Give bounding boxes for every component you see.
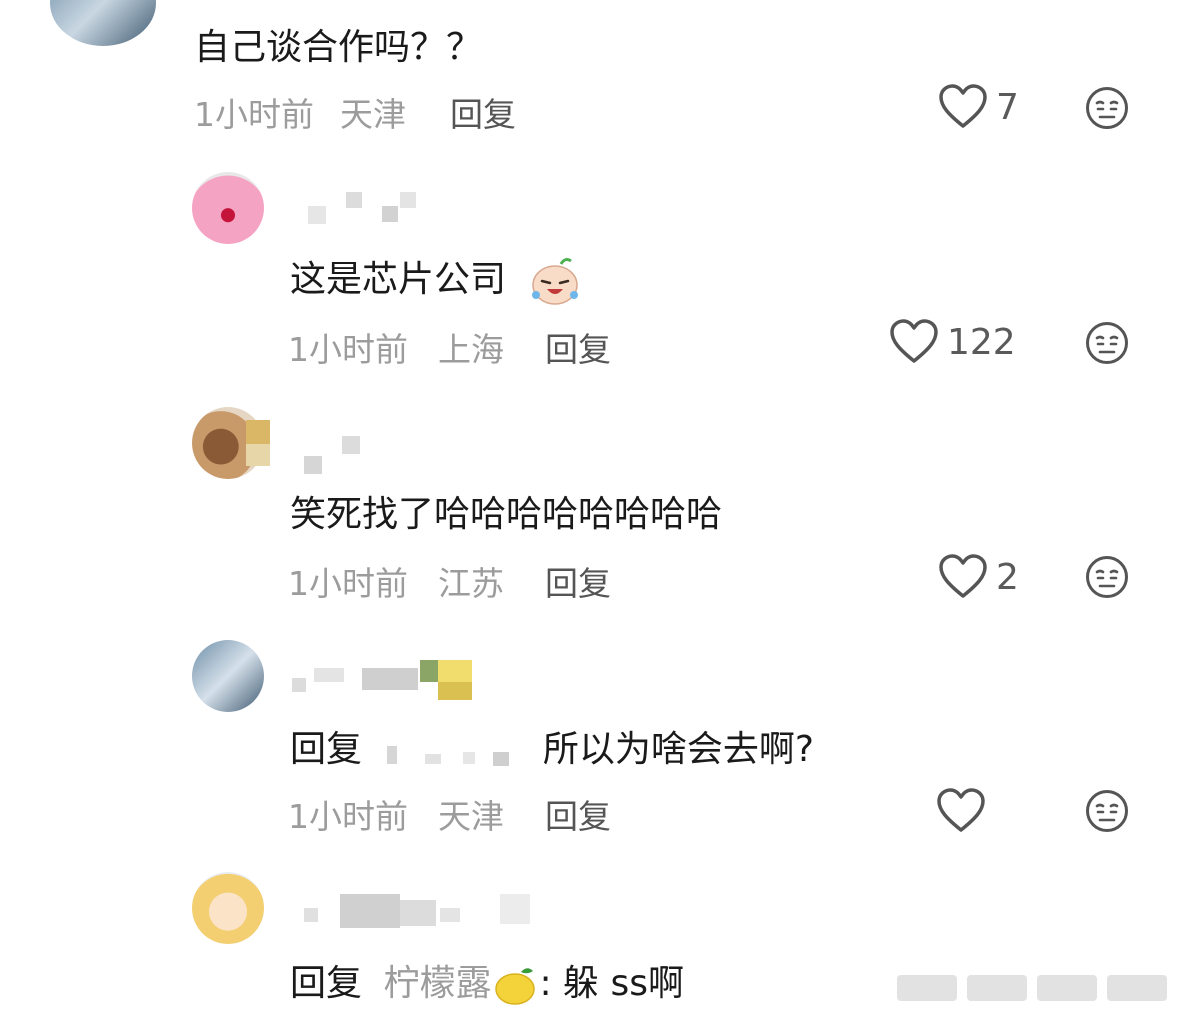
comment-text: 回复 所以为啥会去啊?	[290, 720, 814, 772]
comment-text: 这是芯片公司	[290, 250, 583, 307]
reply-target-username[interactable]: 柠檬露	[383, 963, 491, 1004]
like-count: 122	[947, 321, 1016, 363]
comment-location: 天津	[438, 797, 504, 836]
reply-button[interactable]: 回复	[545, 323, 611, 371]
reply-button[interactable]: 回复	[545, 557, 611, 605]
heart-icon	[939, 554, 987, 598]
comment-text: 自己谈合作吗？？	[194, 27, 483, 68]
username-blurred[interactable]	[288, 660, 488, 704]
comment-text-body: 所以为啥会去啊?	[542, 729, 815, 770]
comment-time: 1小时前	[194, 95, 314, 134]
comment-text: 笑死找了哈哈哈哈哈哈哈哈	[290, 494, 723, 535]
comment-location: 上海	[438, 330, 504, 369]
reply-prefix: 回复	[290, 963, 363, 1004]
username-blurred[interactable]	[300, 890, 540, 934]
dislike-icon[interactable]	[1085, 555, 1129, 599]
comment-location: 江苏	[438, 564, 504, 603]
avatar[interactable]	[192, 640, 264, 712]
like-button[interactable]	[936, 788, 994, 834]
dislike-icon[interactable]	[1085, 789, 1129, 833]
like-count: 7	[996, 86, 1019, 128]
watermark	[897, 975, 1167, 1001]
crying-laughing-emoji-icon	[532, 258, 579, 305]
like-count: 2	[996, 556, 1019, 598]
like-button[interactable]: 2	[938, 554, 1019, 600]
avatar[interactable]	[192, 872, 264, 944]
like-button[interactable]: 122	[889, 319, 1016, 365]
username-blurred[interactable]	[300, 188, 420, 228]
comment-text-body: 这是芯片公司	[290, 259, 507, 300]
avatar[interactable]	[50, 0, 156, 46]
reply-target-blurred[interactable]	[373, 736, 531, 766]
reply-button[interactable]: 回复	[450, 88, 516, 136]
heart-icon	[890, 319, 938, 363]
reply-button[interactable]: 回复	[545, 790, 611, 838]
avatar[interactable]	[192, 172, 264, 244]
dislike-icon[interactable]	[1085, 321, 1129, 365]
comment-time: 1小时前	[288, 564, 408, 603]
lemon-icon	[495, 968, 536, 1005]
comment-time: 1小时前	[288, 330, 408, 369]
comment-text: 回复 柠檬露 : 躲 ss啊	[290, 954, 684, 1007]
heart-icon	[939, 84, 987, 128]
username-blurred[interactable]	[240, 412, 370, 482]
comment-time: 1小时前	[288, 797, 408, 836]
reply-prefix: 回复	[290, 729, 363, 770]
comment-location: 天津	[340, 95, 406, 134]
heart-icon	[937, 788, 985, 832]
like-button[interactable]: 7	[938, 84, 1019, 130]
dislike-icon[interactable]	[1085, 86, 1129, 130]
comment-text-body: : 躲 ss啊	[539, 963, 685, 1004]
